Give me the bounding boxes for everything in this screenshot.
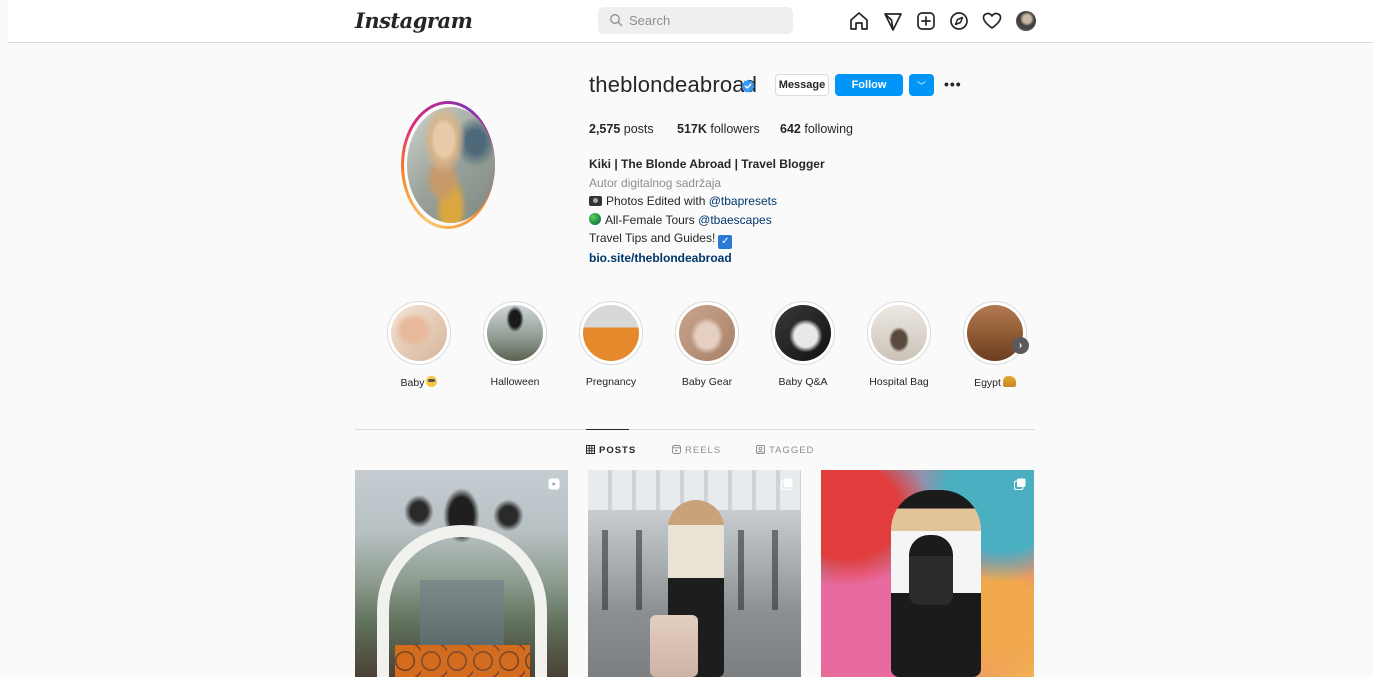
check-icon: ✓	[718, 235, 733, 249]
stat-label: posts	[623, 122, 654, 136]
bio-category: Autor digitalnog sadržaja	[589, 175, 722, 190]
follow-button[interactable]: Follow	[835, 74, 903, 96]
home-icon[interactable]	[848, 10, 870, 32]
highlight-cover	[679, 305, 735, 361]
globe-icon	[589, 212, 601, 225]
tab-active-indicator	[586, 429, 629, 430]
highlight-label: Baby Gear	[681, 376, 733, 388]
highlight-label: Pregnancy	[585, 376, 637, 388]
chevron-right-icon[interactable]: ›	[1012, 337, 1029, 354]
explore-icon[interactable]	[948, 10, 970, 32]
highlight-label: Baby	[367, 376, 471, 389]
message-button[interactable]: Message	[775, 74, 829, 96]
tab-label: TAGGED	[769, 445, 815, 456]
tab-tagged[interactable]: TAGGED	[756, 445, 814, 456]
bio-line-presets: Photos Edited with @tbapresets	[589, 192, 825, 211]
post-thumbnail[interactable]	[355, 470, 568, 677]
profile-username: theblondeabroad	[589, 72, 758, 97]
stat-label: following	[804, 122, 853, 136]
camel-emoji-icon	[1002, 376, 1016, 387]
highlight-pregnancy[interactable]: Pregnancy	[579, 301, 643, 388]
highlight-cover	[967, 305, 1023, 361]
emoji-face-icon	[426, 376, 438, 387]
more-options-icon[interactable]: •••	[944, 76, 966, 94]
camera-icon	[589, 196, 602, 206]
stat-count: 517K	[677, 122, 707, 136]
new-post-icon[interactable]	[915, 10, 937, 32]
search-icon	[610, 14, 623, 27]
post-thumbnail[interactable]	[821, 470, 1034, 677]
mention-link[interactable]: @tbapresets	[709, 194, 777, 208]
post-thumbnail[interactable]	[588, 470, 801, 677]
bio-full-name: Kiki | The Blonde Abroad | Travel Blogge…	[589, 157, 825, 171]
tab-reels[interactable]: REELS	[672, 445, 721, 456]
profile-bio: Kiki | The Blonde Abroad | Travel Blogge…	[589, 155, 825, 268]
profile-avatar[interactable]	[1016, 11, 1036, 31]
stat-following[interactable]: 642 following	[780, 122, 853, 136]
highlight-label: Baby Q&A	[778, 376, 828, 388]
post-image-detail	[650, 615, 698, 677]
top-nav: Instagram ⌵	[8, 0, 1373, 43]
bio-text: All-Female Tours	[605, 212, 699, 227]
suggested-dropdown-button[interactable]: ﹀	[909, 74, 934, 96]
stat-followers[interactable]: 517K followers	[677, 122, 760, 136]
bio-line-tours: All-Female Tours @tbaescapes	[589, 211, 825, 230]
highlight-hospital-bag[interactable]: Hospital Bag	[867, 301, 931, 388]
carousel-icon	[781, 478, 793, 490]
carousel-icon	[1014, 478, 1026, 490]
post-image-detail	[395, 645, 530, 677]
bio-text: Photos Edited with	[606, 194, 709, 208]
tagged-icon	[756, 445, 765, 454]
stat-posts: 2,575 posts	[589, 122, 654, 136]
direct-icon[interactable]	[882, 10, 904, 32]
highlight-cover	[583, 305, 639, 361]
highlight-ring	[963, 301, 1027, 365]
highlight-label: Hospital Bag	[869, 376, 929, 388]
highlight-baby-gear[interactable]: Baby Gear	[675, 301, 739, 388]
bio-text: Travel Tips and Guides!	[589, 231, 716, 245]
highlight-ring	[483, 301, 547, 365]
reel-icon	[548, 478, 560, 490]
highlight-ring	[675, 301, 739, 365]
reels-icon	[672, 445, 681, 454]
search-input[interactable]	[629, 7, 784, 34]
bio-website-link[interactable]: bio.site/theblondeabroad	[589, 249, 825, 268]
stat-label: followers	[710, 122, 760, 136]
tab-label: REELS	[685, 445, 722, 456]
stat-count: 642	[780, 122, 801, 136]
heart-icon[interactable]	[981, 10, 1003, 32]
post-image-detail	[909, 535, 953, 605]
highlight-egypt[interactable]: Egypt	[963, 301, 1027, 389]
highlight-baby[interactable]: Baby	[387, 301, 451, 389]
highlight-baby-qa[interactable]: Baby Q&A	[771, 301, 835, 388]
highlight-halloween[interactable]: Halloween	[483, 301, 547, 388]
verified-badge-icon	[741, 79, 755, 93]
profile-picture[interactable]	[407, 107, 495, 223]
highlight-label: Egypt	[943, 376, 1047, 389]
search-box[interactable]	[598, 7, 793, 34]
highlight-cover	[871, 305, 927, 361]
highlight-ring	[579, 301, 643, 365]
highlight-cover	[391, 305, 447, 361]
highlight-ring	[771, 301, 835, 365]
highlight-ring	[867, 301, 931, 365]
tab-divider	[355, 429, 1035, 430]
highlight-label: Halloween	[490, 376, 540, 388]
bio-line-guides: Travel Tips and Guides! ✓	[589, 229, 825, 249]
highlight-ring	[387, 301, 451, 365]
instagram-logo[interactable]: Instagram	[355, 8, 473, 33]
grid-icon	[586, 445, 595, 454]
tab-posts[interactable]: POSTS	[586, 445, 636, 456]
chevron-down-icon[interactable]: ⌵	[435, 13, 443, 26]
tab-label: POSTS	[599, 445, 637, 456]
mention-link[interactable]: @tbaescapes	[698, 213, 772, 227]
stat-count: 2,575	[589, 122, 621, 136]
highlight-cover	[487, 305, 543, 361]
highlight-cover	[775, 305, 831, 361]
